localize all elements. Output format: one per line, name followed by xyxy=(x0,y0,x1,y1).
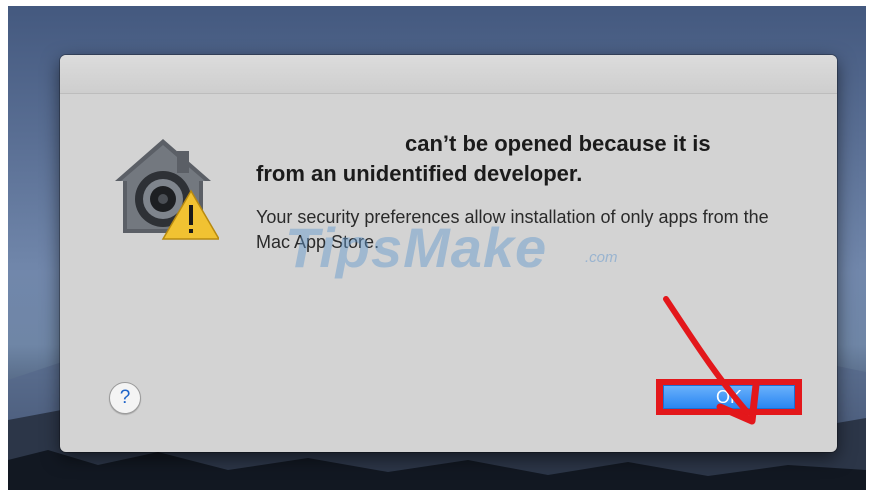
title-line-2: from an unidentified developer. xyxy=(256,161,583,186)
gatekeeper-lock-icon xyxy=(115,139,219,240)
title-line-1: can’t be opened because it is xyxy=(405,131,711,156)
security-alert-dialog: can’t be opened because it is from an un… xyxy=(60,55,837,452)
help-button[interactable]: ? xyxy=(109,382,141,414)
dialog-title: can’t be opened because it is from an un… xyxy=(256,129,776,189)
dialog-message: Your security preferences allow installa… xyxy=(256,207,769,252)
ok-button[interactable]: OK xyxy=(663,385,795,409)
dialog-top-bar xyxy=(60,55,837,94)
